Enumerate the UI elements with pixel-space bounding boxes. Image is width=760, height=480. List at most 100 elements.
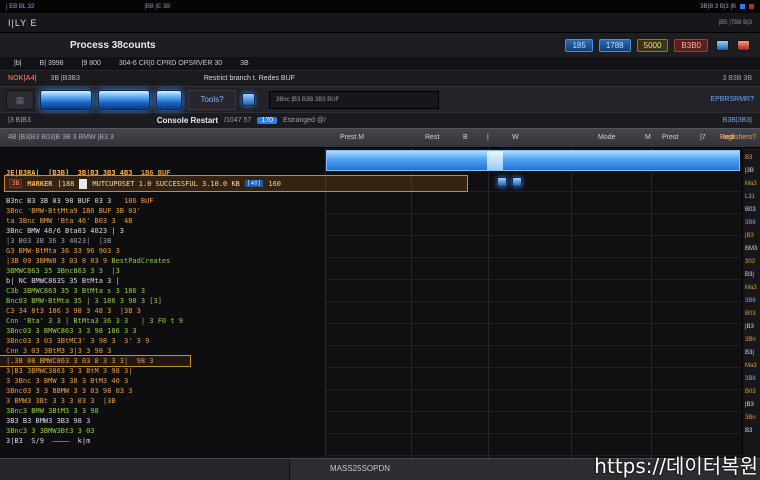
code-line: 3Bnc03 3 03 3BtMC3' 3 98 3 3' 3 9 xyxy=(0,336,325,346)
code-line-text: C3b 3BMWC863 35 3 BtMta s 3 186 3 xyxy=(6,287,146,295)
right-sidebar: B3 |3B Ma3 L31 B03 3B8 |B3 BM3 303 B3| Ma3 3B8 B03 |B… xyxy=(742,148,760,458)
menubar: I|LY E |B5 |7B8 B|3 xyxy=(0,13,760,33)
sidebar-entry: B03 xyxy=(745,207,756,213)
titlebar-red-icon[interactable] xyxy=(749,4,754,9)
grid-line xyxy=(411,148,412,458)
column-header[interactable]: W xyxy=(512,134,519,141)
subrow-right-text: 3 B3B 3B xyxy=(722,75,752,82)
code-line-text: |3B 09 3BMW8 3 03 8 03 9 xyxy=(6,257,112,265)
code-panel: JE|B3RA| [B3B] 3B|B3 3B3 4B3 1B6 BUF B3nc… xyxy=(0,148,325,458)
console-header: Console Restart /1047 57 170 Estranged @… xyxy=(157,116,326,125)
tools-button[interactable]: Tools? xyxy=(188,89,236,110)
watermark-text: https://데이터복원 xyxy=(594,454,758,478)
code-line-text: C3 34 8t3 186 3 98 3 48 3 |3B 3 xyxy=(6,307,141,315)
sidebar-entry: 303 xyxy=(745,259,756,265)
grid-view-button[interactable]: ▦ xyxy=(6,89,34,110)
code-line: 3Bnc03 3 3 8BMW 3 3 03 98 03 3 xyxy=(0,386,325,396)
action-button-2[interactable] xyxy=(98,89,150,110)
titlebar-blue-icon[interactable] xyxy=(740,4,745,9)
sub-toolbar-row: NOK|A4| 3B |B3B3 Restrict branch t. Rede… xyxy=(0,70,760,86)
headerstrip-left-text: |3 B|B3 xyxy=(8,117,31,124)
column-header[interactable]: | xyxy=(487,134,489,141)
code-line-text: 3BMWC863 35 3Bnc863 3 3 |3 xyxy=(6,267,120,275)
grid-line xyxy=(571,148,572,458)
sidebar-entry: BM3 xyxy=(745,246,758,252)
code-line-text: 3Bnc03 3 03 3BtMC3' 3 98 3 3' 3 9 xyxy=(6,337,150,345)
console-tail-text: Estranged @/ xyxy=(283,117,326,124)
action-button-1[interactable] xyxy=(40,89,92,110)
headerstrip-right-link[interactable]: B3B|3B3| xyxy=(723,117,752,124)
console-badge: 170 xyxy=(257,117,278,124)
code-line-text: Cnn 'Bta' 3 3 | BtMta3 36 3 3 | 3 F0 t 9 xyxy=(6,317,184,325)
titlebar-right-text: 3B|B 3 B|3 |B xyxy=(700,3,736,10)
code-line-text: 3 3Bnc 3 BMW 3 38 3 BtM3 40 3 xyxy=(6,377,129,385)
column-header[interactable]: B xyxy=(463,134,468,141)
column-header[interactable]: M xyxy=(645,134,651,141)
code-line: 3|B3 S/9 ———— k|m xyxy=(0,436,325,446)
toolbar-info-panel: 3Bnc |B3 B3B 3B3 BUF xyxy=(269,90,439,109)
row-action-chip[interactable] xyxy=(497,177,507,187)
code-line-text: 3 BMW3 3Bt 3 3 3 03 3 |3B xyxy=(6,397,116,405)
left-panel-header: 4B |B3|B3 B03|B 3B 3 BMW |B3 3 xyxy=(8,134,114,141)
timeline-grid xyxy=(325,148,742,458)
row-action-chips xyxy=(497,177,522,187)
column-header[interactable]: Prest xyxy=(662,134,678,141)
code-line: |3 B03 3B 36 3 4023| |3B xyxy=(0,236,325,246)
menu-row: |b| B| 3998 |9 800 304-6 CR|0 CPRD OPSRVER … xyxy=(0,57,760,70)
main-content: JE|B3RA| [B3B] 3B|B3 3B3 4B3 1B6 BUF B3nc… xyxy=(0,148,760,458)
file-icon xyxy=(79,178,88,189)
column-header[interactable]: Rest xyxy=(425,134,439,141)
grid-line xyxy=(651,148,652,458)
app-window: | EB BL 32 |BB |E 3B 3B|B 3 B|3 |B I|LY … xyxy=(0,0,760,480)
titlebar: | EB BL 32 |BB |E 3B 3B|B 3 B|3 |B xyxy=(0,0,760,13)
sidebar-entry: B03 xyxy=(745,311,756,317)
row-action-chip[interactable] xyxy=(512,177,522,187)
code-line: |.3B 08 BMWC863 3 03 8 3 3 3| 98 3 xyxy=(0,355,191,367)
sidebar-entry: B03 xyxy=(745,389,756,395)
code-line: Bnc03 BMW-BtMta 35 | 3 186 3 98 3 [3] xyxy=(0,296,325,306)
marker-tag: 3B xyxy=(9,179,23,188)
column-header[interactable]: Prest M xyxy=(340,134,364,141)
marker-count-chip: [40] xyxy=(244,180,264,187)
action-button-3[interactable] xyxy=(156,89,182,110)
menu-item[interactable]: B| 3998 xyxy=(40,60,64,67)
code-line-suffix: 186 BUF xyxy=(124,197,154,205)
marker-description: MUTCUPOSET 1.0 SUCCESSFUL 3.10.0 KB xyxy=(92,179,240,188)
sidebar-entry: B3 xyxy=(745,428,753,434)
menu-item[interactable]: |9 800 xyxy=(82,60,101,67)
console-counter: /1047 57 xyxy=(224,117,252,124)
quick-action-chip[interactable] xyxy=(242,93,255,106)
status-chip: B3B0 xyxy=(674,38,708,52)
toolbar-right-link[interactable]: EPBRSRMR? xyxy=(710,96,754,103)
code-line-text: ta 3Bnc BMW 'Bta 46' B03 3 4B xyxy=(6,217,133,225)
code-line-text: B3nc B3 3B 03 98 BUF 03 3 xyxy=(6,197,125,205)
sidebar-entry: B3| xyxy=(745,272,754,278)
column-header[interactable]: Mode xyxy=(598,134,616,141)
subrow-left-text: 3B |B3B3 xyxy=(50,75,80,82)
code-line: 3Bnc03 3 BMWC863 3 3 98 186 3 3 xyxy=(0,326,325,336)
code-line-suffix: BestPadCreates xyxy=(111,257,171,265)
sidebar-entry: |B3 xyxy=(745,402,754,408)
code-line: C3 34 8t3 186 3 98 3 48 3 |3B 3 xyxy=(0,306,325,316)
menubar-right-text: |B5 |7B8 B|3 xyxy=(718,19,752,26)
code-line-text: 3|B3 3BMWC3863 3 3 BtM 3 98 3| xyxy=(6,367,133,375)
selected-row-highlight[interactable] xyxy=(326,150,740,171)
menu-item[interactable]: 3B xyxy=(240,60,249,67)
code-line: 3Bnc 'BMW-BttMta9 1B6 BUF 3B 03' xyxy=(0,206,325,216)
device-label: NOK|A4| xyxy=(8,75,37,82)
code-line: |3B 09 3BMW8 3 03 8 03 9 BestPadCreates xyxy=(0,256,325,266)
window-close-button[interactable] xyxy=(737,39,750,51)
code-line-text: b| NC BMWC863S 35 BtMta 3 | xyxy=(6,277,120,285)
grid-line xyxy=(488,148,489,458)
menu-item[interactable]: 304-6 CR|0 CPRD OPSRVER 30 xyxy=(119,60,222,67)
process-title: Process 38counts xyxy=(70,39,156,51)
column-header[interactable]: |7 xyxy=(700,134,706,141)
publishers-header[interactable]: Fuglishers? xyxy=(720,134,756,141)
statusbar-text: MASS25SOPDN xyxy=(330,464,391,473)
statusbar-left-segment xyxy=(0,459,290,480)
menu-item[interactable]: |b| xyxy=(14,60,22,67)
window-minimize-button[interactable] xyxy=(716,39,729,51)
sidebar-entry: 3B8 xyxy=(745,376,756,382)
marker-result-row[interactable]: 3B MARKER [188 MUTCUPOSET 1.0 SUCCESSFUL… xyxy=(4,175,468,192)
app-label: I|LY E xyxy=(8,17,38,28)
